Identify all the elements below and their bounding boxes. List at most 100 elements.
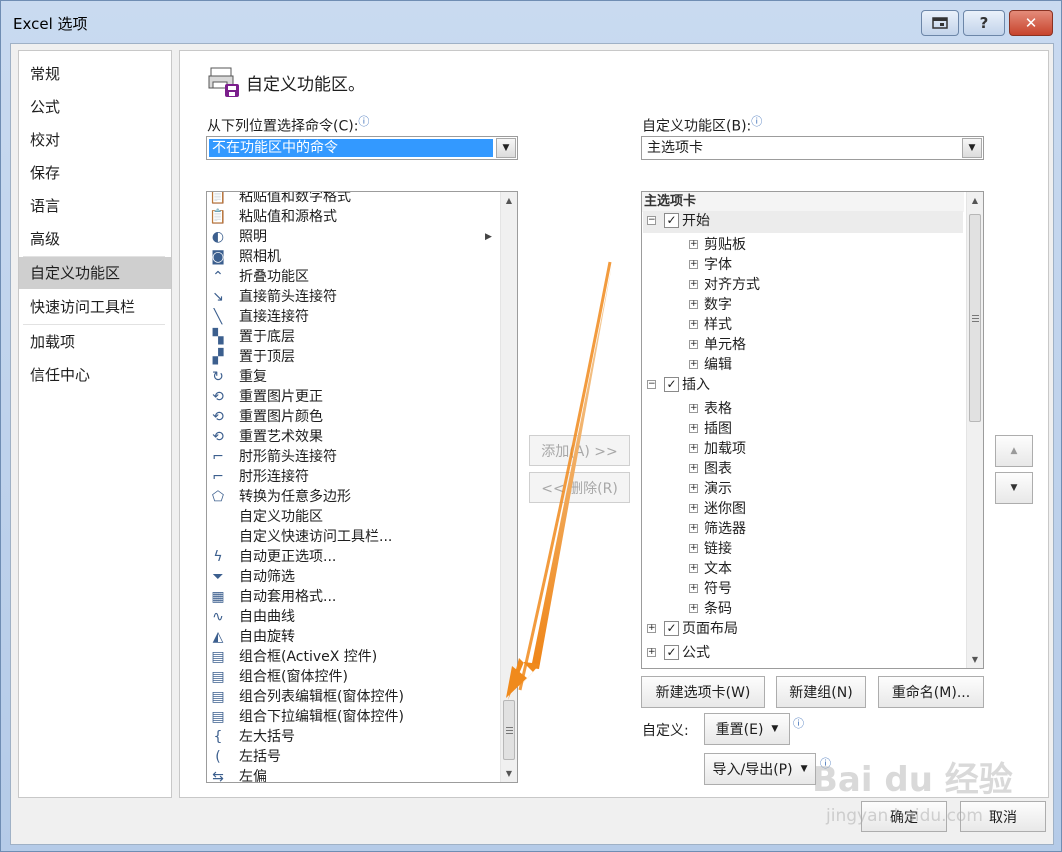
remove-button[interactable]: << 删除(R) (529, 472, 630, 503)
ribbon-tree-scrollbar[interactable]: ▲ ▼ (966, 192, 983, 668)
tree-group-item[interactable]: + 对齐方式 (642, 275, 964, 295)
command-item[interactable]: ⟲ 重置艺术效果 (209, 427, 499, 447)
command-item[interactable]: ∿ 自由曲线 (209, 607, 499, 627)
expand-icon[interactable]: + (689, 484, 698, 493)
expand-icon[interactable]: + (689, 300, 698, 309)
command-item[interactable]: 📋 粘贴值和数字格式 (209, 192, 499, 207)
command-item[interactable]: ⟲ 重置图片更正 (209, 387, 499, 407)
tree-tab-item[interactable]: + ✓ 页面布局 (642, 619, 964, 639)
command-item[interactable]: ◙ 照相机 (209, 247, 499, 267)
expand-icon[interactable]: + (689, 444, 698, 453)
add-button[interactable]: 添加(A) >> (529, 435, 630, 466)
tree-group-item[interactable]: + 插图 (642, 419, 964, 439)
new-tab-button[interactable]: 新建选项卡(W) (641, 676, 765, 708)
checkbox[interactable]: ✓ (664, 213, 679, 228)
expand-icon[interactable]: + (689, 524, 698, 533)
command-item[interactable]: ↻ 重复 (209, 367, 499, 387)
scroll-up-arrow-icon[interactable]: ▲ (967, 192, 983, 209)
command-item[interactable]: ◐ 照明 ▶ (209, 227, 499, 247)
command-item[interactable]: (左括号 (209, 747, 499, 767)
nav-item-customize-ribbon[interactable]: 自定义功能区 (19, 257, 171, 289)
command-item[interactable]: ⌐ 肘形连接符 (209, 467, 499, 487)
tree-group-item[interactable]: + 数字 (642, 295, 964, 315)
command-item[interactable]: ▤ 组合列表编辑框(窗体控件) (209, 687, 499, 707)
move-down-button[interactable]: ▼ (995, 472, 1033, 504)
nav-item-general[interactable]: 常规 (19, 58, 171, 90)
import-export-button[interactable]: 导入/导出(P) ▼ (704, 753, 816, 785)
command-item[interactable]: ▤ 组合框(窗体控件) (209, 667, 499, 687)
tree-group-item[interactable]: + 演示 (642, 479, 964, 499)
command-item[interactable]: ⏷ 自动筛选 (209, 567, 499, 587)
command-item[interactable]: 自定义快速访问工具栏... (209, 527, 499, 547)
tree-tab-item[interactable]: + ✓ 公式 (642, 643, 964, 663)
expand-icon[interactable]: + (689, 584, 698, 593)
nav-item-advanced[interactable]: 高级 (19, 223, 171, 255)
tree-group-item[interactable]: + 表格 (642, 399, 964, 419)
tree-group-item[interactable]: + 单元格 (642, 335, 964, 355)
tree-group-item[interactable]: + 字体 (642, 255, 964, 275)
tree-tab-item[interactable]: − ✓ 插入 (642, 375, 964, 395)
move-up-button[interactable]: ▲ (995, 435, 1033, 467)
command-item[interactable]: ⇆ 左偏 (209, 767, 499, 782)
scroll-down-arrow-icon[interactable]: ▼ (501, 765, 517, 782)
expand-icon[interactable]: + (689, 340, 698, 349)
expand-icon[interactable]: + (689, 320, 698, 329)
expand-icon[interactable]: + (689, 240, 698, 249)
expand-icon[interactable]: + (689, 404, 698, 413)
commands-list[interactable]: 📋 粘贴值和数字格式 📋 粘贴值和源格式 ◐ 照明 ▶ ◙ 照相机 ⌃ 折叠功能区 ↘ 直接箭头连接符 ╲… (206, 191, 518, 783)
tree-group-item[interactable]: + 筛选器 (642, 519, 964, 539)
tree-group-item[interactable]: + 链接 (642, 539, 964, 559)
nav-item-trust-center[interactable]: 信任中心 (19, 359, 171, 391)
nav-item-proofing[interactable]: 校对 (19, 124, 171, 156)
command-item[interactable]: ╲ 直接连接符 (209, 307, 499, 327)
expand-icon[interactable]: + (689, 544, 698, 553)
tree-group-item[interactable]: + 文本 (642, 559, 964, 579)
help-button[interactable]: ? (963, 10, 1005, 36)
reset-button[interactable]: 重置(E) ▼ (704, 713, 790, 745)
command-item[interactable]: ⌃ 折叠功能区 (209, 267, 499, 287)
chevron-down-icon[interactable]: ▼ (962, 138, 982, 158)
nav-item-quick-access-toolbar[interactable]: 快速访问工具栏 (19, 291, 171, 323)
new-group-button[interactable]: 新建组(N) (776, 676, 866, 708)
ribbon-tree[interactable]: 主选项卡 − ✓ 开始 + 剪贴板 + 字体 + 对齐方式 + 数字 + 样式 + 单元格 + 编辑 − ✓ 插入 + 表… (641, 191, 984, 669)
tree-group-item[interactable]: + 编辑 (642, 355, 964, 375)
restore-button[interactable] (921, 10, 959, 36)
rename-button[interactable]: 重命名(M)... (878, 676, 984, 708)
command-item[interactable]: ϟ 自动更正选项... (209, 547, 499, 567)
chevron-down-icon[interactable]: ▼ (496, 138, 516, 158)
command-item[interactable]: ▤ 组合下拉编辑框(窗体控件) (209, 707, 499, 727)
command-item[interactable]: ▞ 置于顶层 (209, 347, 499, 367)
command-item[interactable]: ▦ 自动套用格式... (209, 587, 499, 607)
tree-group-item[interactable]: + 样式 (642, 315, 964, 335)
command-item[interactable]: ◭ 自由旋转 (209, 627, 499, 647)
expand-icon[interactable]: + (689, 280, 698, 289)
tree-group-item[interactable]: + 符号 (642, 579, 964, 599)
expand-icon[interactable]: + (647, 648, 656, 657)
collapse-icon[interactable]: − (647, 216, 656, 225)
expand-icon[interactable]: + (689, 564, 698, 573)
nav-item-language[interactable]: 语言 (19, 190, 171, 222)
ribbon-tabs-combo[interactable]: 主选项卡 ▼ (641, 136, 984, 160)
expand-icon[interactable]: + (689, 424, 698, 433)
command-item[interactable]: ▤ 组合框(ActiveX 控件) (209, 647, 499, 667)
command-item[interactable]: ⬠ 转换为任意多边形 (209, 487, 499, 507)
scrollbar-thumb[interactable] (503, 700, 515, 760)
command-item[interactable]: ↘ 直接箭头连接符 (209, 287, 499, 307)
tree-group-item[interactable]: + 剪贴板 (642, 235, 964, 255)
nav-item-addins[interactable]: 加载项 (19, 326, 171, 358)
scroll-up-arrow-icon[interactable]: ▲ (501, 192, 517, 209)
nav-item-save[interactable]: 保存 (19, 157, 171, 189)
command-item[interactable]: 自定义功能区 (209, 507, 499, 527)
tree-tab-item[interactable]: − ✓ 开始 (642, 211, 964, 231)
close-button[interactable]: ✕ (1009, 10, 1053, 36)
command-item[interactable]: ⟲ 重置图片颜色 (209, 407, 499, 427)
tree-group-item[interactable]: + 条码 (642, 599, 964, 619)
command-item[interactable]: {左大括号 (209, 727, 499, 747)
collapse-icon[interactable]: − (647, 380, 656, 389)
checkbox[interactable]: ✓ (664, 645, 679, 660)
checkbox[interactable]: ✓ (664, 621, 679, 636)
command-item[interactable]: 📋 粘贴值和源格式 (209, 207, 499, 227)
commands-scrollbar[interactable]: ▲ ▼ (500, 192, 517, 782)
tree-group-item[interactable]: + 图表 (642, 459, 964, 479)
expand-icon[interactable]: + (689, 360, 698, 369)
